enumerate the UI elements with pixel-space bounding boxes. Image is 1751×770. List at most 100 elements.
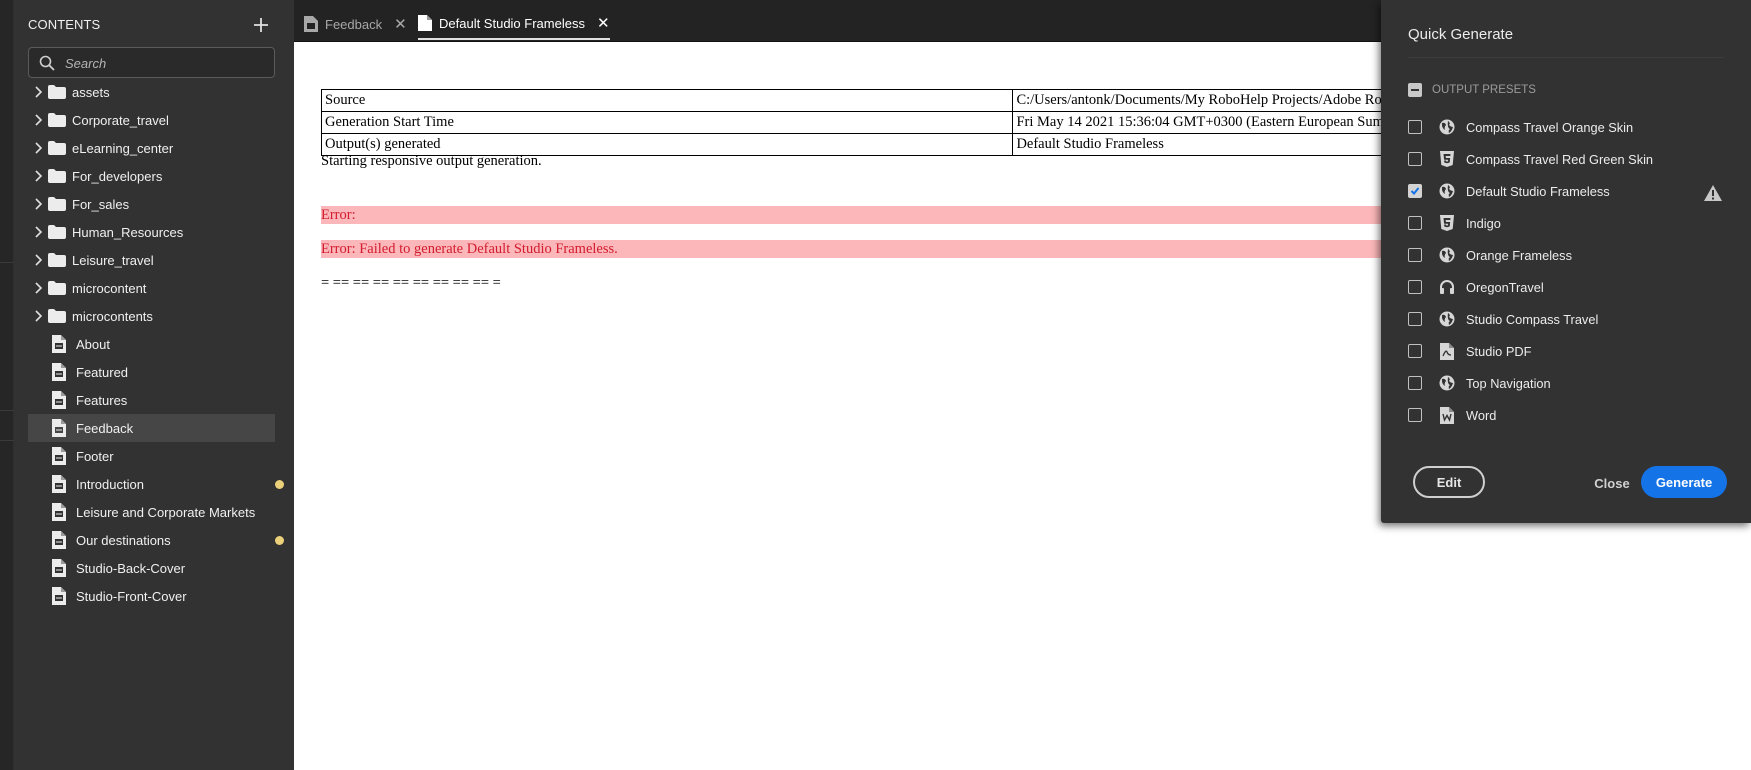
tree-folder[interactable]: eLearning_center (28, 134, 275, 162)
tree-folder[interactable]: Leisure_travel (28, 246, 275, 274)
rail-divider (0, 440, 14, 441)
globe-icon (1438, 374, 1456, 392)
tab-feedback[interactable]: Feedback ✕ (304, 8, 407, 40)
contents-panel: CONTENTS assets Corporate_travel eLearni… (14, 0, 294, 770)
preset-item[interactable]: Compass Travel Red Green Skin (1408, 147, 1653, 171)
tree-topic[interactable]: Leisure and Corporate Markets (28, 498, 275, 526)
warning-icon[interactable] (1703, 184, 1723, 202)
tree-item-label: eLearning_center (72, 140, 174, 156)
report-key: Source (320, 89, 1014, 112)
tree-folder[interactable]: For_sales (28, 190, 275, 218)
folder-icon (48, 113, 72, 127)
tree-item-label: Features (76, 392, 128, 408)
tree-topic[interactable]: Studio-Front-Cover (28, 582, 275, 610)
preset-checkbox[interactable] (1408, 216, 1422, 230)
chevron-right-icon[interactable] (28, 162, 48, 190)
tree-topic[interactable]: Studio-Back-Cover (28, 554, 275, 582)
tree-topic-selected[interactable]: Feedback (28, 414, 275, 442)
tree-item-label: Feedback (76, 420, 134, 436)
tree-folder[interactable]: For_developers (28, 162, 275, 190)
preset-checkbox[interactable] (1408, 312, 1422, 326)
section-label: OUTPUT PRESETS (1432, 84, 1536, 96)
preset-item[interactable]: Word (1408, 403, 1496, 427)
folder-icon (48, 169, 72, 183)
globe-icon (1438, 118, 1456, 136)
tree-topic[interactable]: About (28, 330, 275, 358)
preset-checkbox-checked[interactable] (1408, 184, 1422, 198)
preset-checkbox[interactable] (1408, 248, 1422, 262)
tree-topic[interactable]: Featured (28, 358, 275, 386)
preset-checkbox[interactable] (1408, 408, 1422, 422)
chevron-right-icon[interactable] (28, 218, 48, 246)
modified-indicator (275, 480, 284, 489)
preset-item[interactable]: OregonTravel (1408, 275, 1544, 299)
select-all-checkbox[interactable] (1408, 83, 1422, 97)
chevron-right-icon[interactable] (28, 302, 48, 330)
tree-item-label: For_developers (72, 168, 163, 184)
close-icon[interactable]: ✕ (597, 16, 610, 31)
panel-title: CONTENTS (28, 17, 101, 32)
topic-file-icon (304, 16, 318, 32)
tree-item-label: microcontents (72, 308, 153, 324)
output-presets-header[interactable]: OUTPUT PRESETS (1408, 83, 1536, 97)
preset-checkbox[interactable] (1408, 152, 1422, 166)
preset-checkbox[interactable] (1408, 344, 1422, 358)
chevron-right-icon[interactable] (28, 106, 48, 134)
tree-folder[interactable]: microcontents (28, 302, 275, 330)
search-input[interactable] (65, 53, 265, 73)
preset-item[interactable]: Orange Frameless (1408, 243, 1572, 267)
chevron-right-icon[interactable] (28, 190, 48, 218)
tab-label: Default Studio Frameless (439, 15, 585, 31)
topic-file-icon (52, 335, 76, 353)
preset-label: Indigo (1466, 215, 1501, 231)
tree-topic[interactable]: Our destinations (28, 526, 284, 554)
tree-item-label: About (76, 336, 110, 352)
preset-label: Studio Compass Travel (1466, 311, 1599, 327)
tree-folder[interactable]: Corporate_travel (28, 106, 275, 134)
topic-file-icon (52, 559, 76, 577)
edit-button[interactable]: Edit (1413, 466, 1485, 498)
chevron-right-icon[interactable] (28, 274, 48, 302)
topic-file-icon (52, 531, 76, 549)
tree-topic[interactable]: Footer (28, 442, 275, 470)
preset-item[interactable]: Indigo (1408, 211, 1501, 235)
tab-default-studio-frameless[interactable]: Default Studio Frameless ✕ (418, 8, 610, 40)
topic-file-icon (52, 587, 76, 605)
add-icon[interactable] (251, 15, 271, 35)
tree-item-label: Footer (76, 448, 114, 464)
preset-item[interactable]: Default Studio Frameless (1408, 179, 1610, 203)
tree-folder[interactable]: microcontent (28, 274, 275, 302)
preset-checkbox[interactable] (1408, 280, 1422, 294)
topic-file-icon (52, 447, 76, 465)
chevron-right-icon[interactable] (28, 78, 48, 106)
panel-title: Quick Generate (1408, 26, 1514, 43)
generate-button[interactable]: Generate (1641, 466, 1727, 498)
preset-item[interactable]: Studio Compass Travel (1408, 307, 1598, 331)
preset-item[interactable]: Top Navigation (1408, 371, 1551, 395)
html5-icon (1438, 150, 1456, 168)
tree-item-label: Studio-Back-Cover (76, 560, 186, 576)
log-start-message: Starting responsive output generation. (321, 153, 542, 169)
search-box (28, 47, 275, 78)
close-icon[interactable]: ✕ (394, 17, 407, 32)
quick-generate-panel: Quick Generate OUTPUT PRESETS Compass Tr… (1381, 0, 1751, 523)
chevron-right-icon[interactable] (28, 134, 48, 162)
tree-topic[interactable]: Introduction (28, 470, 284, 498)
close-button[interactable]: Close (1577, 469, 1647, 497)
tree-item-label: microcontent (72, 280, 147, 296)
tree-item-label: assets (72, 84, 110, 100)
tree-folder[interactable]: Human_Resources (28, 218, 275, 246)
globe-icon (1438, 310, 1456, 328)
tree-topic[interactable]: Features (28, 386, 275, 414)
preset-checkbox[interactable] (1408, 376, 1422, 390)
chevron-right-icon[interactable] (28, 246, 48, 274)
preset-item[interactable]: Compass Travel Orange Skin (1408, 115, 1633, 139)
tree-folder[interactable]: assets (28, 78, 275, 106)
tree-item-label: Introduction (76, 476, 144, 492)
globe-icon (1438, 182, 1456, 200)
preset-checkbox[interactable] (1408, 120, 1422, 134)
preset-label: Compass Travel Orange Skin (1466, 119, 1634, 135)
preset-label: Studio PDF (1466, 343, 1532, 359)
rail-divider (0, 262, 14, 263)
preset-item[interactable]: Studio PDF (1408, 339, 1531, 363)
